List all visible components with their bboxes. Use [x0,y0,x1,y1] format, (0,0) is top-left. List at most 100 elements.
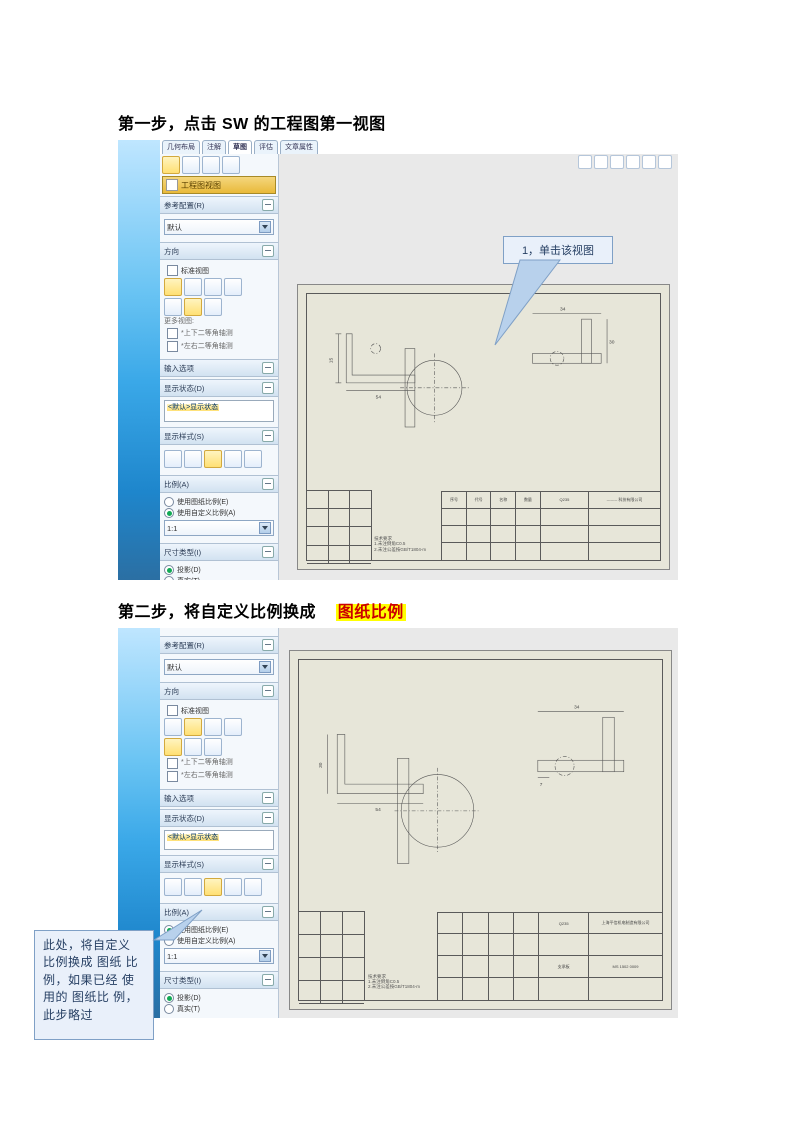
display-icon[interactable] [658,155,672,169]
tab-evaluate[interactable]: 评估 [254,140,278,154]
view-btn[interactable] [184,738,202,756]
checkbox-icon[interactable] [167,705,178,716]
section-dim-type[interactable]: 尺寸类型(I) [160,971,278,989]
view-top-button[interactable] [184,278,202,296]
view-iso-button[interactable] [224,278,242,296]
view-front-button[interactable] [164,278,182,296]
config-combo[interactable]: 默认 [164,219,274,235]
section-dim-type[interactable]: 尺寸类型(I) [160,543,278,561]
view-right-button[interactable] [204,278,222,296]
radio-custom-scale[interactable]: 使用自定义比例(A) [164,508,274,518]
collapse-icon[interactable] [262,199,274,211]
radio-icon[interactable] [164,1004,174,1014]
chevron-down-icon[interactable] [259,221,271,233]
view-btn[interactable] [204,738,222,756]
section-display-style[interactable]: 显示样式(S) [160,855,278,873]
more-view-option[interactable]: *上下二等角轴测 [167,758,271,769]
display-state-item[interactable]: <默认>显示状态 [167,834,219,841]
tab-properties[interactable]: 文章属性 [280,140,318,154]
collapse-icon[interactable] [262,974,274,986]
checkbox-icon[interactable] [167,328,178,339]
section-scale[interactable]: 比例(A) [160,475,278,493]
view-option[interactable]: *上下二等角轴测 [167,328,271,339]
view-icon[interactable] [642,155,656,169]
collapse-icon[interactable] [262,792,274,804]
collapse-icon[interactable] [262,430,274,442]
collapse-icon[interactable] [262,906,274,918]
radio-projected[interactable]: 投影(D) [164,993,274,1003]
more-view-option[interactable]: *左右二等角轴测 [167,771,271,782]
collapse-icon[interactable] [262,382,274,394]
drawing-canvas[interactable]: 15 54 34 [279,154,678,580]
chevron-down-icon[interactable] [259,661,271,673]
checkbox-icon[interactable] [167,265,178,276]
std-view-check[interactable]: 标准视图 [167,265,271,276]
section-orientation[interactable]: 方向 [160,682,278,700]
view-btn[interactable] [164,738,182,756]
config-combo[interactable]: 默认 [164,659,274,675]
section-display-state[interactable]: 显示状态(D) [160,809,278,827]
style-hlr-icon[interactable] [184,450,202,468]
chevron-down-icon[interactable] [259,522,271,534]
view-btn[interactable] [184,718,202,736]
section-display-state[interactable]: 显示状态(D) [160,379,278,397]
scale-combo[interactable]: 1:1 [164,520,274,536]
scale-combo[interactable]: 1:1 [164,948,274,964]
chevron-down-icon[interactable] [259,950,271,962]
section-icon[interactable] [626,155,640,169]
radio-true[interactable]: 真实(T) [164,576,274,580]
style-btn[interactable] [184,878,202,896]
section-import[interactable]: 输入选项 [160,789,278,807]
radio-projected[interactable]: 投影(D) [164,565,274,575]
view-btn[interactable] [204,718,222,736]
view-btn[interactable] [164,298,182,316]
collapse-icon[interactable] [262,546,274,558]
collapse-icon[interactable] [262,245,274,257]
collapse-icon[interactable] [262,362,274,374]
drawing-canvas[interactable]: 30 54 34 7 [279,628,678,1018]
collapse-icon[interactable] [262,478,274,490]
radio-icon[interactable] [164,993,174,1003]
zoom-fit-icon[interactable] [578,155,592,169]
section-reference-config[interactable]: 参考配置(R) [160,636,278,654]
view-option[interactable]: *左右二等角轴测 [167,341,271,352]
radio-sheet-scale[interactable]: 使用图纸比例(E) [164,497,274,507]
checkbox-icon[interactable] [167,341,178,352]
tab-annotation[interactable]: 注解 [202,140,226,154]
zoom-area-icon[interactable] [594,155,608,169]
section-orientation[interactable]: 方向 [160,242,278,260]
style-shaded-icon[interactable] [224,450,242,468]
pm-tab-icon[interactable] [222,156,240,174]
pm-tab-icon[interactable] [162,156,180,174]
radio-icon[interactable] [164,497,174,507]
display-state-item[interactable]: <默认>显示状态 [167,404,219,411]
collapse-icon[interactable] [262,812,274,824]
tab-layout[interactable]: 几何布局 [162,140,200,154]
collapse-icon[interactable] [262,639,274,651]
view-btn[interactable] [224,718,242,736]
view-btn[interactable] [184,298,202,316]
view-btn[interactable] [204,298,222,316]
style-wire-icon[interactable] [164,450,182,468]
radio-true[interactable]: 真实(T) [164,1004,274,1014]
style-shadededge-icon[interactable] [244,450,262,468]
tab-sketch[interactable]: 草图 [228,140,252,154]
section-import[interactable]: 输入选项 [160,359,278,377]
section-reference-config[interactable]: 参考配置(R) [160,196,278,214]
style-btn[interactable] [164,878,182,896]
pan-icon[interactable] [610,155,624,169]
pm-tab-icon[interactable] [182,156,200,174]
view-btn[interactable] [164,718,182,736]
checkbox-icon[interactable] [167,758,178,769]
style-btn[interactable] [244,878,262,896]
std-view-check[interactable]: 标准视图 [167,705,271,716]
checkbox-icon[interactable] [167,771,178,782]
style-btn[interactable] [204,878,222,896]
pm-tab-icon[interactable] [202,156,220,174]
style-btn[interactable] [224,878,242,896]
style-hlv-icon[interactable] [204,450,222,468]
collapse-icon[interactable] [262,685,274,697]
collapse-icon[interactable] [262,858,274,870]
radio-icon[interactable] [164,508,174,518]
section-display-style[interactable]: 显示样式(S) [160,427,278,445]
